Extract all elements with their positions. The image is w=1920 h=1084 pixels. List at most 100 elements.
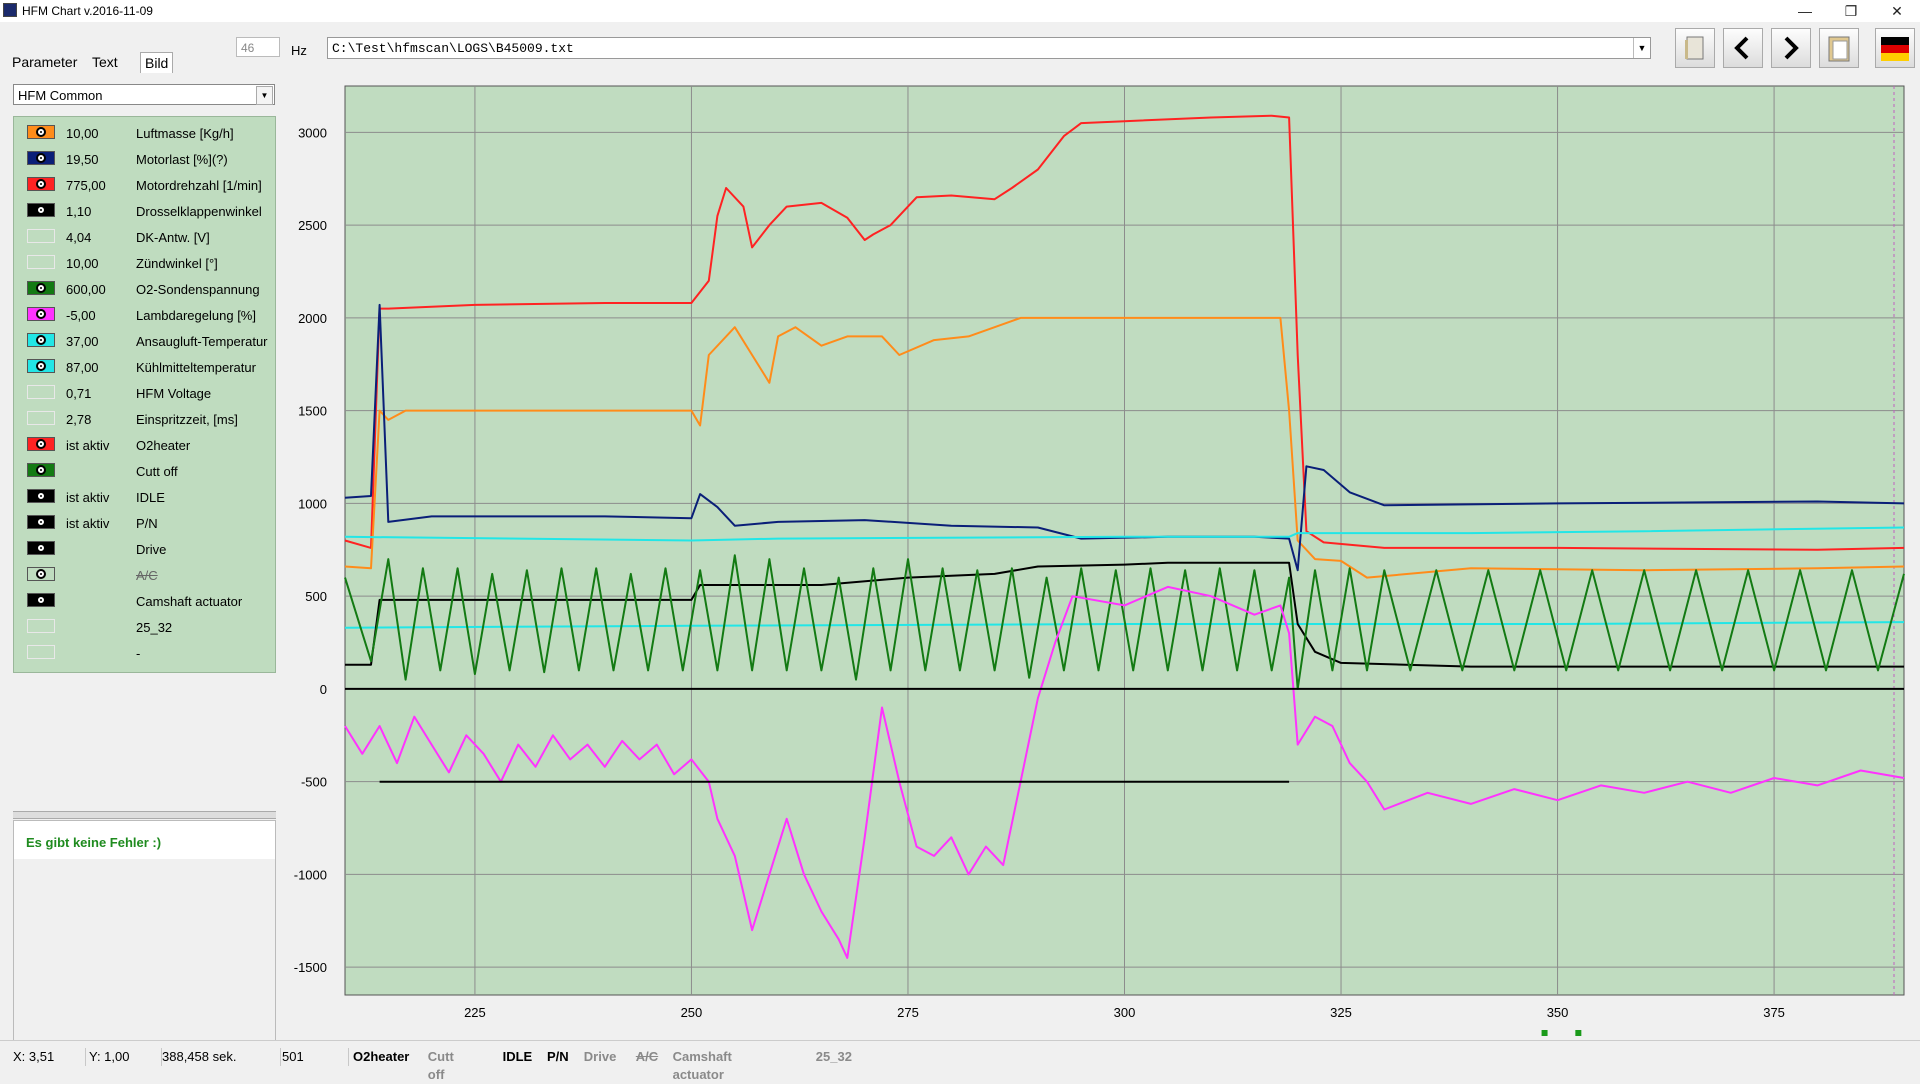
channel-value: 19,50 <box>66 152 99 167</box>
channel-row[interactable]: 37,00 Ansaugluft-Temperatur <box>14 329 277 355</box>
channel-row[interactable]: -5,00 Lambdaregelung [%] <box>14 303 277 329</box>
channel-row[interactable]: Drive <box>14 537 277 563</box>
open-file-button[interactable] <box>1675 28 1715 68</box>
channel-value: ist aktiv <box>66 516 110 531</box>
channel-row[interactable]: ist aktiv O2heater <box>14 433 277 459</box>
chevron-down-icon[interactable]: ▼ <box>256 86 273 105</box>
status-bar: X: 3,51 Y: 1,00 388,458 sek. 501 O2heate… <box>0 1040 1920 1082</box>
channel-row[interactable]: 0,71 HFM Voltage <box>14 381 277 407</box>
channel-row[interactable]: ist aktiv P/N <box>14 511 277 537</box>
channel-row[interactable]: 1,10 Drosselklappenwinkel <box>14 199 277 225</box>
file-path-combo[interactable]: C:\Test\hfmscan\LOGS\B45009.txt ▼ <box>327 37 1651 59</box>
channel-name: Drive <box>136 542 167 557</box>
eye-off-icon[interactable] <box>27 619 55 633</box>
status-flag: Camshaft actuator <box>672 1049 732 1082</box>
channel-row[interactable]: 10,00 Zündwinkel [°] <box>14 251 277 277</box>
chart[interactable]: 225 250 275 300 325 350 375 3000 2500 2000 1500 100… <box>283 84 1920 1040</box>
eye-icon[interactable] <box>27 151 55 165</box>
german-flag-icon <box>1881 37 1909 61</box>
eye-off-icon[interactable] <box>27 229 55 243</box>
prev-button[interactable] <box>1723 28 1763 68</box>
eye-icon[interactable] <box>27 515 55 529</box>
eye-icon[interactable] <box>27 541 55 555</box>
channel-row[interactable]: 19,50 Motorlast [%](?) <box>14 147 277 173</box>
eye-icon[interactable] <box>27 177 55 191</box>
status-flag: A/C <box>635 1049 659 1064</box>
y-tick-label: 2000 <box>298 311 327 326</box>
channel-row[interactable]: 10,00 Luftmasse [Kg/h] <box>14 121 277 147</box>
eye-off-icon[interactable] <box>27 385 55 399</box>
error-message: Es gibt keine Fehler :) <box>26 835 162 850</box>
channel-name: Motordrehzahl [1/min] <box>136 178 262 193</box>
minimize-button[interactable]: — <box>1782 0 1828 22</box>
channel-row[interactable]: 4,04 DK-Antw. [V] <box>14 225 277 251</box>
status-flag: 25_32 <box>815 1049 852 1064</box>
eye-off-icon[interactable] <box>27 255 55 269</box>
channel-name: Einspritzzeit, [ms] <box>136 412 238 427</box>
eye-icon[interactable] <box>27 567 55 581</box>
x-tick-label: 275 <box>897 1005 919 1020</box>
language-button[interactable] <box>1875 28 1915 68</box>
tab-parameter[interactable]: Parameter <box>8 52 81 72</box>
channel-row[interactable]: Cutt off <box>14 459 277 485</box>
channel-row[interactable]: ist aktiv IDLE <box>14 485 277 511</box>
channel-name: Camshaft actuator <box>136 594 243 609</box>
status-time: 388,458 sek. <box>162 1048 281 1066</box>
channel-list: 10,00 Luftmasse [Kg/h] 19,50 Motorlast [%](… <box>13 116 276 673</box>
tab-bild[interactable]: Bild <box>140 52 174 73</box>
eye-icon[interactable] <box>27 281 55 295</box>
file-path-text: C:\Test\hfmscan\LOGS\B45009.txt <box>332 41 574 56</box>
restore-button[interactable]: ❐ <box>1828 0 1874 22</box>
y-tick-label: 1500 <box>298 404 327 419</box>
eye-icon[interactable] <box>27 203 55 217</box>
eye-off-icon[interactable] <box>27 411 55 425</box>
channel-row[interactable]: 87,00 Kühlmitteltemperatur <box>14 355 277 381</box>
channel-name: 25_32 <box>136 620 173 635</box>
channel-row[interactable]: 600,00 O2-Sondenspannung <box>14 277 277 303</box>
channel-row[interactable]: - <box>14 641 277 667</box>
x-tick-label: 300 <box>1114 1005 1136 1020</box>
channel-row[interactable]: 775,00 Motordrehzahl [1/min] <box>14 173 277 199</box>
x-tick-label: 325 <box>1330 1005 1352 1020</box>
eye-icon[interactable] <box>27 359 55 373</box>
next-button[interactable] <box>1771 28 1811 68</box>
channel-name: Motorlast [%](?) <box>136 152 228 167</box>
y-tick-label: 2500 <box>298 218 327 233</box>
arrow-right-icon <box>1784 36 1799 60</box>
channel-value: 2,78 <box>66 412 92 427</box>
y-tick-label: -1500 <box>294 960 327 975</box>
profile-select[interactable]: HFM Common ▼ <box>13 84 275 105</box>
eye-icon[interactable] <box>27 437 55 451</box>
channel-row[interactable]: 2,78 Einspritzzeit, [ms] <box>14 407 277 433</box>
panel-splitter[interactable] <box>13 811 276 819</box>
eye-icon[interactable] <box>27 125 55 139</box>
x-tick-label: 375 <box>1763 1005 1785 1020</box>
channel-value: 0,71 <box>66 386 92 401</box>
eye-icon[interactable] <box>27 489 55 503</box>
channel-name: Zündwinkel [°] <box>136 256 218 271</box>
clipboard-button[interactable] <box>1819 28 1859 68</box>
status-index: 501 <box>282 1048 349 1066</box>
event-marker <box>1541 1030 1548 1036</box>
window-title: HFM Chart v.2016-11-09 <box>22 4 153 18</box>
close-button[interactable]: ✕ <box>1874 0 1920 22</box>
channel-name: Lambdaregelung [%] <box>136 308 256 323</box>
status-flag: O2heater <box>353 1049 410 1064</box>
status-flag: Drive <box>583 1049 617 1064</box>
eye-off-icon[interactable] <box>27 645 55 659</box>
hz-input[interactable]: 46 <box>236 37 280 57</box>
channel-row[interactable]: 25_32 <box>14 615 277 641</box>
eye-icon[interactable] <box>27 593 55 607</box>
eye-icon[interactable] <box>27 307 55 321</box>
channel-value: 4,04 <box>66 230 92 245</box>
tab-text[interactable]: Text <box>88 52 122 72</box>
chevron-down-icon[interactable]: ▼ <box>1633 38 1650 58</box>
channel-value: 1,10 <box>66 204 92 219</box>
y-tick-label: 3000 <box>298 125 327 140</box>
clipboard-icon <box>1828 36 1850 62</box>
channel-row[interactable]: A/C <box>14 563 277 589</box>
channel-row[interactable]: Camshaft actuator <box>14 589 277 615</box>
eye-icon[interactable] <box>27 463 55 477</box>
eye-icon[interactable] <box>27 333 55 347</box>
channel-name: O2-Sondenspannung <box>136 282 260 297</box>
